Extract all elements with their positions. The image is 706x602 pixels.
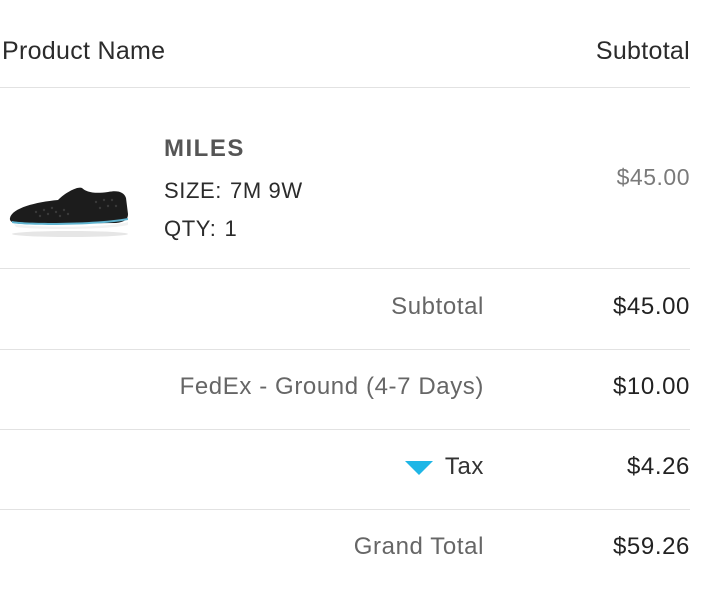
subtotal-row: Subtotal $45.00 xyxy=(0,269,690,350)
grand-total-value: $59.26 xyxy=(612,533,690,560)
subtotal-value: $45.00 xyxy=(612,293,690,320)
tax-label: Tax xyxy=(444,453,484,480)
shipping-method-label: FedEx - Ground (4-7 Days) xyxy=(179,373,484,400)
shoe-image xyxy=(6,178,134,238)
product-name-column-header: Product Name xyxy=(2,37,166,65)
product-quantity: QTY: 1 xyxy=(164,210,303,248)
product-row: MILES SIZE: 7M 9W QTY: 1 $45.00 xyxy=(0,88,690,269)
product-info: MILES SIZE: 7M 9W QTY: 1 xyxy=(164,134,303,248)
tax-row: Tax $4.26 xyxy=(0,429,690,510)
subtotal-column-header: Subtotal xyxy=(595,37,690,65)
size-label: SIZE: xyxy=(164,178,223,203)
qty-label: QTY: xyxy=(164,216,217,241)
product-size: SIZE: 7M 9W xyxy=(164,172,303,210)
subtotal-label: Subtotal xyxy=(391,293,484,320)
qty-value: 1 xyxy=(224,216,238,241)
size-value: 7M 9W xyxy=(230,178,303,203)
shipping-row: FedEx - Ground (4-7 Days) $10.00 xyxy=(0,349,690,430)
product-price: $45.00 xyxy=(616,164,690,190)
tax-toggle[interactable]: Tax xyxy=(404,453,484,481)
grand-total-row: Grand Total $59.26 xyxy=(0,509,690,589)
order-table-header: Product Name Subtotal xyxy=(0,0,690,88)
triangle-down-icon[interactable] xyxy=(404,461,433,475)
grand-total-label: Grand Total xyxy=(353,533,484,560)
tax-value: $4.26 xyxy=(626,453,690,480)
shipping-value: $10.00 xyxy=(612,373,690,400)
product-name: MILES xyxy=(164,135,245,162)
